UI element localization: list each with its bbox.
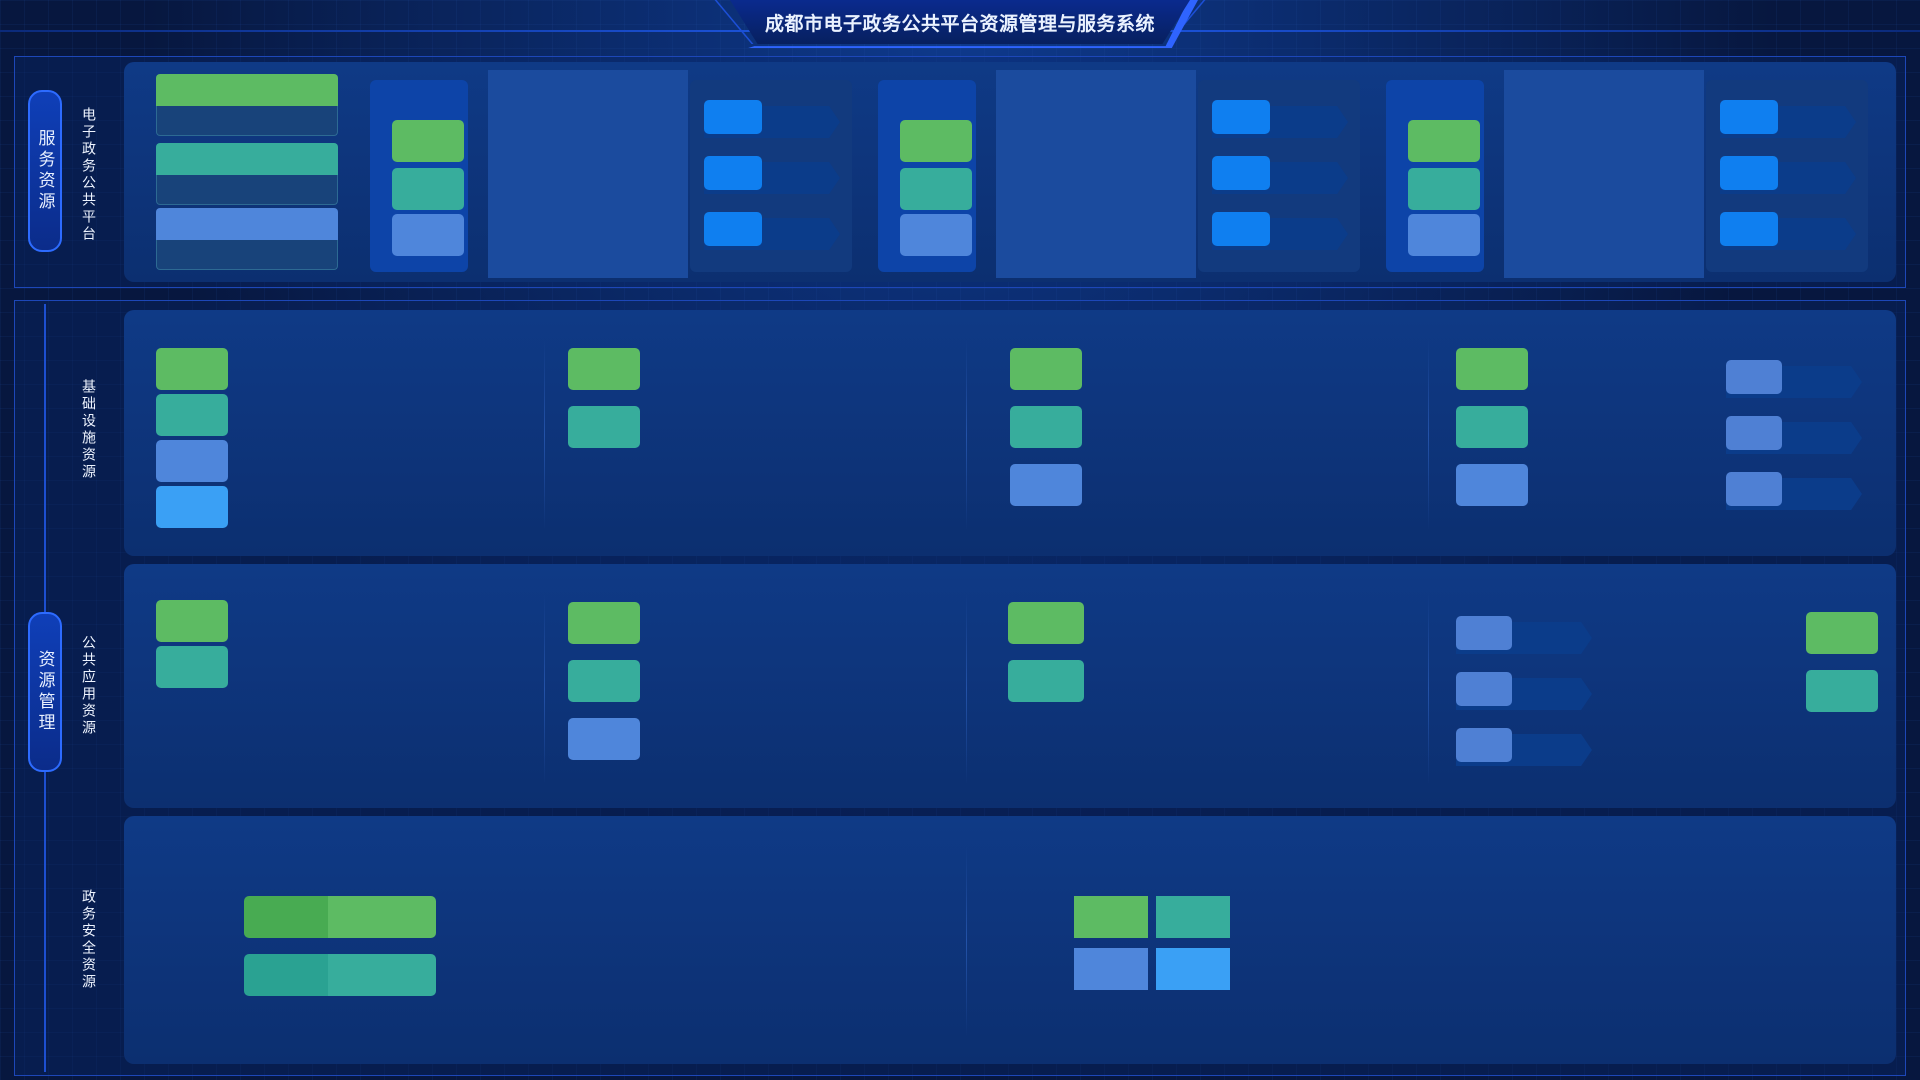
row-label-infrastructure: 基础设施资源: [80, 379, 96, 481]
app-col5-block-2[interactable]: [1806, 670, 1878, 712]
separator: [1428, 594, 1429, 784]
platform-panel: [124, 62, 1896, 282]
card-1-arrow-item-2-head: [704, 156, 762, 190]
card-1-green-block[interactable]: [392, 120, 464, 162]
card-1-image: [488, 70, 688, 278]
separator: [966, 846, 967, 1036]
infra-col2-block-2[interactable]: [568, 406, 640, 448]
infra-col1-block-4[interactable]: [156, 486, 228, 528]
separator: [544, 340, 545, 530]
app-arrow-item-2-head: [1456, 672, 1512, 706]
security-panel: [124, 816, 1896, 1064]
infra-col3-block-3[interactable]: [1010, 464, 1082, 506]
infrastructure-panel: [124, 310, 1896, 556]
infra-col4-block-3[interactable]: [1456, 464, 1528, 506]
infra-col3-block-2[interactable]: [1010, 406, 1082, 448]
security-grid-cell-3[interactable]: [1074, 948, 1148, 990]
app-col3-block-1[interactable]: [1008, 602, 1084, 644]
card-1-blue-block[interactable]: [392, 214, 464, 256]
row-label-security: 政务安全资源: [80, 889, 96, 991]
row-label-public-app: 公共应用资源: [80, 635, 96, 737]
platform-tab-2[interactable]: [156, 143, 338, 175]
security-grid-cell-2[interactable]: [1156, 896, 1230, 938]
app-col1-block-1[interactable]: [156, 600, 228, 642]
card-3-blue-block[interactable]: [1408, 214, 1480, 256]
card-3-arrow-item-3-head: [1720, 212, 1778, 246]
infra-col1-block-2[interactable]: [156, 394, 228, 436]
infra-col1-block-3[interactable]: [156, 440, 228, 482]
card-1-arrow-item-1-head: [704, 100, 762, 134]
app-col3-block-2[interactable]: [1008, 660, 1084, 702]
app-arrow-item-3-head: [1456, 728, 1512, 762]
infra-arrow-item-1-head: [1726, 360, 1782, 394]
card-2-teal-block[interactable]: [900, 168, 972, 210]
app-col2-block-2[interactable]: [568, 660, 640, 702]
card-3-green-block[interactable]: [1408, 120, 1480, 162]
security-bar-1[interactable]: [328, 896, 436, 938]
app-col2-block-1[interactable]: [568, 602, 640, 644]
infra-col1-block-1[interactable]: [156, 348, 228, 390]
app-col2-block-3[interactable]: [568, 718, 640, 760]
security-bar-1-head: [244, 896, 328, 938]
infra-arrow-item-3-head: [1726, 472, 1782, 506]
public-app-panel: [124, 564, 1896, 808]
card-3-teal-block[interactable]: [1408, 168, 1480, 210]
card-3-arrow-item-2-head: [1720, 156, 1778, 190]
infra-col2-block-1[interactable]: [568, 348, 640, 390]
separator: [966, 594, 967, 784]
platform-tab-3-body: [156, 240, 338, 270]
separator: [966, 340, 967, 530]
card-1-teal-block[interactable]: [392, 168, 464, 210]
separator: [544, 594, 545, 784]
service-resources-group-label: 服务资源: [28, 90, 62, 252]
infra-col3-block-1[interactable]: [1010, 348, 1082, 390]
security-bar-2[interactable]: [328, 954, 436, 996]
card-2-blue-block[interactable]: [900, 214, 972, 256]
card-2-arrow-item-3-head: [1212, 212, 1270, 246]
card-3-image: [1504, 70, 1704, 278]
platform-tab-2-body: [156, 175, 338, 205]
app-arrow-item-1-head: [1456, 616, 1512, 650]
app-col1-block-2[interactable]: [156, 646, 228, 688]
group-connector-bottom: [44, 772, 46, 1072]
infra-col4-block-2[interactable]: [1456, 406, 1528, 448]
platform-tab-1[interactable]: [156, 74, 338, 106]
card-3-arrow-item-1-head: [1720, 100, 1778, 134]
infra-arrow-item-2-head: [1726, 416, 1782, 450]
resource-management-group-label: 资源管理: [28, 612, 62, 772]
app-col5-block-1[interactable]: [1806, 612, 1878, 654]
page-title: 成都市电子政务公共平台资源管理与服务系统: [764, 12, 1155, 35]
card-2-green-block[interactable]: [900, 120, 972, 162]
card-1-arrow-item-3-head: [704, 212, 762, 246]
group-connector-top: [44, 304, 46, 612]
security-bar-2-head: [244, 954, 328, 996]
separator: [1428, 340, 1429, 530]
security-grid-cell-1[interactable]: [1074, 896, 1148, 938]
card-2-arrow-item-1-head: [1212, 100, 1270, 134]
infra-col4-block-1[interactable]: [1456, 348, 1528, 390]
title-plate: 成都市电子政务公共平台资源管理与服务系统: [730, 0, 1190, 44]
platform-tab-3[interactable]: [156, 208, 338, 240]
card-2-arrow-item-2-head: [1212, 156, 1270, 190]
row-label-platform: 电子政务公共平台: [80, 107, 96, 243]
platform-tab-1-body: [156, 106, 338, 136]
card-2-image: [996, 70, 1196, 278]
security-grid-cell-4[interactable]: [1156, 948, 1230, 990]
